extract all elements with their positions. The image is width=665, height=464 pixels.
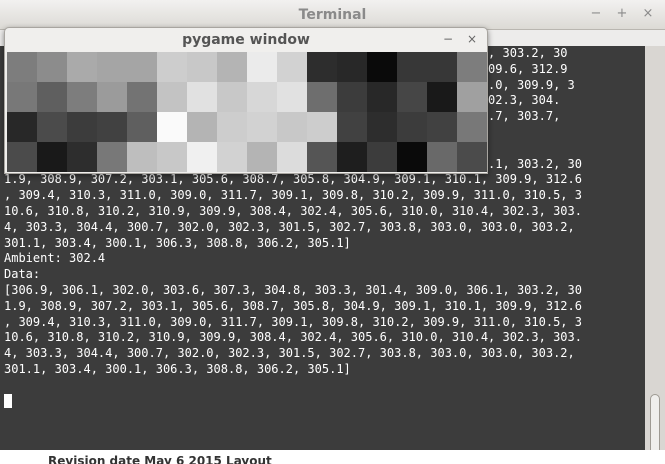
heatmap-cell	[97, 112, 127, 142]
heatmap-cell	[427, 82, 457, 112]
heatmap-cell	[397, 82, 427, 112]
maximize-icon[interactable]: +	[614, 6, 630, 22]
close-icon[interactable]: ×	[465, 32, 479, 46]
heatmap-cell	[187, 82, 217, 112]
heatmap-cell	[397, 52, 427, 82]
heatmap-cell	[307, 82, 337, 112]
heatmap-cell	[97, 52, 127, 82]
heatmap-cell	[307, 52, 337, 82]
heatmap-cell	[337, 142, 367, 172]
terminal-line: 1.9, 308.9, 307.2, 303.1, 305.6, 308.7, …	[4, 172, 582, 187]
close-icon[interactable]: ×	[640, 6, 656, 22]
terminal-title: Terminal	[298, 7, 367, 23]
heatmap-cell	[157, 142, 187, 172]
heatmap-cell	[7, 82, 37, 112]
minimize-icon[interactable]: −	[588, 6, 604, 22]
heatmap-cell	[277, 112, 307, 142]
heatmap-cell	[457, 52, 487, 82]
heatmap-cell	[127, 82, 157, 112]
heatmap-cell	[217, 82, 247, 112]
terminal-scrollbar[interactable]	[645, 46, 665, 464]
heatmap-cell	[37, 142, 67, 172]
terminal-line: 301.1, 303.4, 300.1, 306.3, 308.8, 306.2…	[4, 235, 351, 250]
heatmap-cell	[427, 112, 457, 142]
heatmap-cell	[157, 112, 187, 142]
terminal-line: 4, 303.3, 304.4, 300.7, 302.0, 302.3, 30…	[4, 346, 575, 361]
heatmap-cell	[367, 52, 397, 82]
heatmap-cell	[307, 142, 337, 172]
heatmap-cell	[397, 142, 427, 172]
heatmap-cell	[217, 142, 247, 172]
heatmap-cell	[427, 142, 457, 172]
heatmap-cell	[247, 82, 277, 112]
heatmap-cell	[427, 52, 457, 82]
heatmap-cell	[247, 142, 277, 172]
heatmap-cell	[187, 142, 217, 172]
heatmap-cell	[67, 142, 97, 172]
heatmap-cell	[97, 142, 127, 172]
terminal-line: [306.9, 306.1, 302.0, 303.6, 307.3, 304.…	[4, 282, 582, 297]
heatmap-cell	[7, 142, 37, 172]
terminal-line: 1.9, 308.9, 307.2, 303.1, 305.6, 308.7, …	[4, 298, 582, 313]
heatmap-cell	[67, 52, 97, 82]
heatmap-cell	[277, 82, 307, 112]
terminal-line: Ambient: 302.4	[4, 251, 106, 266]
background-window-strip: Revision date May 6 2015 Layout	[0, 450, 665, 464]
heatmap-cell	[127, 112, 157, 142]
terminal-line: 10.6, 310.8, 310.2, 310.9, 309.9, 308.4,…	[4, 203, 582, 218]
minimize-icon[interactable]: −	[441, 32, 455, 46]
heatmap-cell	[277, 142, 307, 172]
heatmap-cell	[157, 82, 187, 112]
heatmap-cell	[157, 52, 187, 82]
pygame-window: pygame window − ×	[4, 27, 488, 174]
terminal-line: 301.1, 303.4, 300.1, 306.3, 308.8, 306.2…	[4, 361, 351, 376]
heatmap-cell	[187, 52, 217, 82]
pygame-title: pygame window	[182, 32, 310, 48]
terminal-line: 10.6, 310.8, 310.2, 310.9, 309.9, 308.4,…	[4, 330, 582, 345]
heatmap-cell	[127, 52, 157, 82]
terminal-prompt	[4, 393, 644, 410]
heatmap-cell	[37, 112, 67, 142]
heatmap-cell	[277, 52, 307, 82]
heatmap-cell	[247, 112, 277, 142]
heatmap-cell	[397, 112, 427, 142]
terminal-line: , 309.4, 310.3, 311.0, 309.0, 311.7, 309…	[4, 188, 582, 203]
thermal-heatmap-grid	[7, 52, 487, 172]
heatmap-cell	[187, 112, 217, 142]
heatmap-cell	[367, 112, 397, 142]
terminal-line: , 309.4, 310.3, 311.0, 309.0, 311.7, 309…	[4, 314, 582, 329]
heatmap-cell	[247, 52, 277, 82]
background-window-text: Revision date May 6 2015 Layout	[48, 454, 272, 464]
heatmap-cell	[457, 112, 487, 142]
heatmap-cell	[97, 82, 127, 112]
heatmap-cell	[37, 52, 67, 82]
heatmap-cell	[7, 52, 37, 82]
heatmap-cell	[337, 82, 367, 112]
heatmap-cell	[367, 82, 397, 112]
heatmap-cell	[7, 112, 37, 142]
heatmap-cell	[67, 112, 97, 142]
terminal-line: 4, 303.3, 304.4, 300.7, 302.0, 302.3, 30…	[4, 219, 575, 234]
heatmap-cell	[367, 142, 397, 172]
pygame-titlebar[interactable]: pygame window − ×	[5, 28, 487, 52]
heatmap-cell	[217, 52, 247, 82]
terminal-titlebar[interactable]: Terminal − + ×	[0, 0, 665, 30]
heatmap-cell	[217, 112, 247, 142]
text-cursor	[4, 393, 12, 408]
heatmap-cell	[37, 82, 67, 112]
heatmap-cell	[67, 82, 97, 112]
heatmap-cell	[457, 142, 487, 172]
heatmap-cell	[127, 142, 157, 172]
heatmap-cell	[337, 52, 367, 82]
terminal-line: Data:	[4, 267, 41, 282]
heatmap-cell	[337, 112, 367, 142]
heatmap-cell	[307, 112, 337, 142]
heatmap-cell	[457, 82, 487, 112]
